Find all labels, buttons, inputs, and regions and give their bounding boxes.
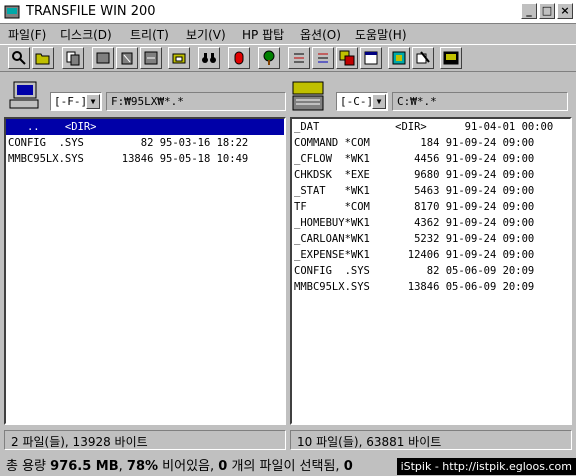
menu-options[interactable]: 옵션(O) <box>300 26 341 43</box>
magnify-icon <box>12 51 26 65</box>
right-panel-header: [-C-] ▼ C:₩*.* <box>292 78 568 114</box>
left-drive-select[interactable]: [-F-] ▼ <box>50 92 102 111</box>
open-folder-button[interactable] <box>32 47 54 69</box>
computer-icon <box>9 81 39 109</box>
minimize-button[interactable]: _ <box>521 3 537 19</box>
right-file-row[interactable]: TF *COM 8170 91-09-24 09:00 <box>292 199 570 215</box>
right-file-row[interactable]: _DAT <DIR> 91-04-01 00:00 <box>292 119 570 135</box>
free-percent: 78% <box>126 459 159 474</box>
open-folder-icon <box>35 53 50 65</box>
toolbar <box>0 44 576 72</box>
rename-icon <box>144 51 158 65</box>
right-file-row[interactable]: _CARLOAN*WK1 5232 91-09-24 09:00 <box>292 231 570 247</box>
tree-button[interactable] <box>168 47 190 69</box>
left-file-row[interactable]: CONFIG .SYS 82 95-03-16 18:22 <box>6 135 284 151</box>
summary-text: 비어있음, <box>158 459 219 474</box>
right-file-row[interactable]: _HOMEBUY*WK1 4362 91-09-24 09:00 <box>292 215 570 231</box>
right-status: 10 파일(들), 63881 바이트 <box>290 430 572 450</box>
summary-text: 총 용량 <box>6 459 51 474</box>
title-bar: TRANSFILE WIN 200 _ □ × <box>0 0 576 24</box>
right-file-row[interactable]: CONFIG .SYS 82 05-06-09 20:09 <box>292 263 570 279</box>
left-drive-value: [-F-] <box>54 95 88 108</box>
right-file-row[interactable]: _CFLOW *WK1 4456 91-09-24 09:00 <box>292 151 570 167</box>
summary-text: 개의 파일이 선택됨, <box>227 459 344 474</box>
right-file-row[interactable]: _EXPENSE*WK1 12406 91-09-24 09:00 <box>292 247 570 263</box>
calendar-icon <box>364 51 378 65</box>
tile-icon <box>339 50 355 66</box>
chevron-down-icon[interactable]: ▼ <box>372 94 386 109</box>
right-file-row[interactable]: MMBC95LX.SYS 13846 05-06-09 20:09 <box>292 279 570 295</box>
left-status: 2 파일(들), 13928 바이트 <box>4 430 286 450</box>
right-drive-value: [-C-] <box>340 95 374 108</box>
stop-icon <box>234 51 244 65</box>
right-file-row[interactable]: _STAT *WK1 5463 91-09-24 09:00 <box>292 183 570 199</box>
connect-icon <box>416 51 430 64</box>
menu-help[interactable]: 도움말(H) <box>355 26 407 43</box>
sort-za-icon <box>318 53 328 63</box>
right-drive-select[interactable]: [-C-] ▼ <box>336 92 388 111</box>
delete-button[interactable] <box>116 47 138 69</box>
stop-button[interactable] <box>228 47 250 69</box>
summary-text: , <box>118 459 127 474</box>
tile-button[interactable] <box>336 47 358 69</box>
rename-button[interactable] <box>140 47 162 69</box>
palmtop-icon <box>292 81 324 111</box>
left-path: F:₩95LX₩*.* <box>106 92 286 111</box>
magnify-button[interactable] <box>8 47 30 69</box>
close-button[interactable]: × <box>557 3 573 19</box>
delete-icon <box>121 52 133 65</box>
selected-count: 0 <box>218 459 228 474</box>
move-icon <box>96 52 110 64</box>
selected-size: 0 <box>343 459 353 474</box>
tree-icon <box>172 53 186 64</box>
right-file-row[interactable]: COMMAND *COM 184 91-09-24 09:00 <box>292 135 570 151</box>
menu-view[interactable]: 보기(V) <box>186 26 226 43</box>
exit-button[interactable] <box>440 47 462 69</box>
copy-button[interactable] <box>62 47 84 69</box>
menu-bar: 파일(F) 디스크(D) 트리(T) 보기(V) HP 팝탑 옵션(O) 도움말… <box>0 24 576 44</box>
left-file-row[interactable]: MMBC95LX.SYS 13846 95-05-18 10:49 <box>6 151 284 167</box>
watermark: iStpik - http://istpik.egloos.com <box>396 458 576 475</box>
menu-file[interactable]: 파일(F) <box>8 26 46 43</box>
menu-hp[interactable]: HP 팝탑 <box>242 26 284 43</box>
right-file-list[interactable]: _DAT <DIR> 91-04-01 00:00 COMMAND *COM 18… <box>290 117 572 425</box>
right-file-row[interactable]: CHKDSK *EXE 9680 91-09-24 09:00 <box>292 167 570 183</box>
binoculars-icon <box>202 53 216 63</box>
sort-za-button[interactable] <box>312 47 334 69</box>
copy-icon <box>66 51 80 66</box>
window-title: TRANSFILE WIN 200 <box>26 4 156 19</box>
info-button[interactable] <box>388 47 410 69</box>
tree-view-button[interactable] <box>258 47 280 69</box>
left-file-row[interactable]: .. <DIR> <box>6 119 284 135</box>
find-button[interactable] <box>198 47 220 69</box>
total-capacity: 976.5 MB <box>50 459 119 474</box>
info-icon <box>392 51 406 65</box>
sort-az-icon <box>294 53 304 63</box>
connect-button[interactable] <box>412 47 434 69</box>
exit-icon <box>443 51 459 65</box>
menu-tree[interactable]: 트리(T) <box>130 26 169 43</box>
menu-disk[interactable]: 디스크(D) <box>60 26 112 43</box>
left-panel-header: [-F-] ▼ F:₩95LX₩*.* <box>8 78 286 114</box>
tree-view-icon <box>263 50 275 65</box>
app-icon <box>4 5 20 19</box>
sort-az-button[interactable] <box>288 47 310 69</box>
chevron-down-icon[interactable]: ▼ <box>86 94 100 109</box>
move-button[interactable] <box>92 47 114 69</box>
calendar-button[interactable] <box>360 47 382 69</box>
right-path: C:₩*.* <box>392 92 568 111</box>
maximize-button[interactable]: □ <box>539 3 555 19</box>
left-file-list[interactable]: .. <DIR> CONFIG .SYS 82 95-03-16 18:22 MMB… <box>4 117 286 425</box>
